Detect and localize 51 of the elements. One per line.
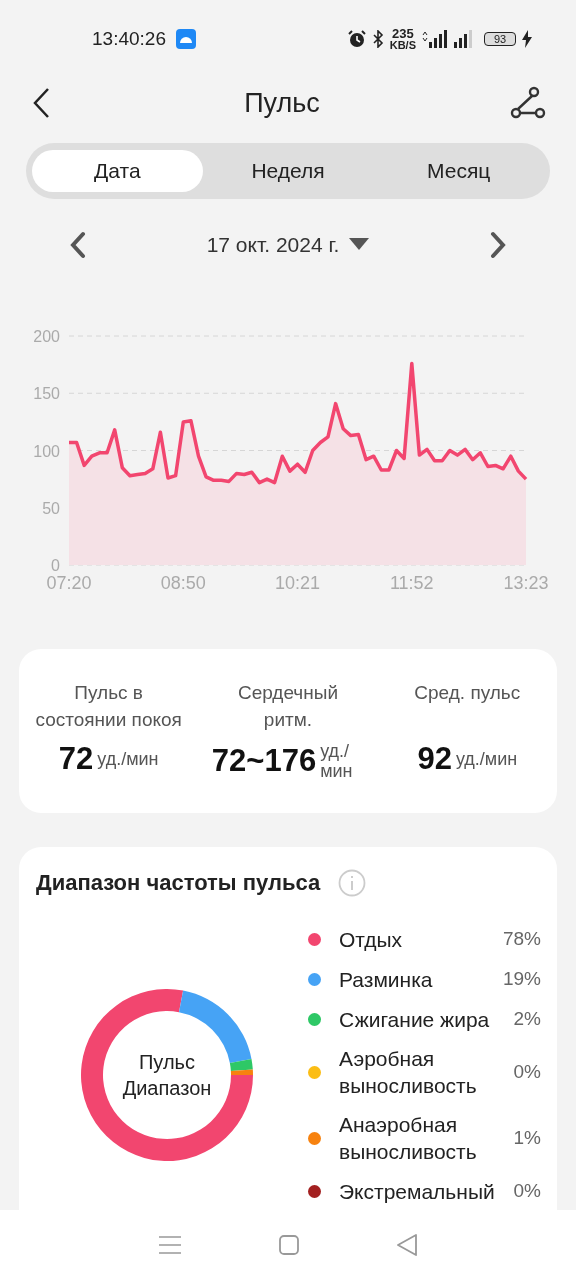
stat-label: Сердечный ритм. xyxy=(236,681,340,732)
network-speed: 235 KB/S xyxy=(389,28,416,50)
status-time: 13:40:26 xyxy=(92,28,166,50)
stat-value: 92 xyxy=(417,741,452,777)
x-axis-label: 07:20 xyxy=(46,573,92,593)
period-tab[interactable]: Месяц xyxy=(373,150,544,192)
android-icon xyxy=(175,29,196,49)
period-tab[interactable]: Дата xyxy=(32,150,203,192)
period-tab[interactable]: Неделя xyxy=(202,150,374,192)
zone-percent: 2% xyxy=(513,1008,541,1030)
x-axis-label: 08:50 xyxy=(160,573,206,593)
y-axis-label: 100 xyxy=(33,442,60,460)
x-axis-label: 11:52 xyxy=(389,573,434,593)
share-button[interactable] xyxy=(510,86,546,120)
card-title: Диапазон частоты пульса xyxy=(36,870,321,896)
zone-percent: 0% xyxy=(513,1061,541,1083)
x-axis-label: 10:21 xyxy=(275,573,320,593)
stat-unit: уд./мин xyxy=(320,741,354,781)
back-icon[interactable] xyxy=(397,1234,417,1256)
zone-name: Аэробная выносливость xyxy=(339,1046,478,1099)
stat-value: 72 xyxy=(58,741,94,777)
bluetooth-icon xyxy=(371,30,384,48)
zone-name: Отдых xyxy=(339,926,404,953)
stat-label: Пульс в состоянии покоя xyxy=(34,681,183,732)
charging-icon xyxy=(522,30,532,48)
y-axis-label: 0 xyxy=(51,557,60,574)
next-day-button[interactable] xyxy=(488,231,508,259)
zone-name: Экстремальный xyxy=(339,1178,496,1205)
zone-percent: 0% xyxy=(513,1180,541,1202)
home-icon[interactable] xyxy=(279,1235,299,1255)
previous-day-button[interactable] xyxy=(68,231,88,259)
zone-percent: 1% xyxy=(513,1127,541,1149)
battery-level: 93 xyxy=(484,32,516,46)
y-axis-label: 50 xyxy=(42,499,60,517)
zone-name: Анаэробная выносливость xyxy=(339,1112,478,1165)
stat-value: 72~176 xyxy=(211,743,317,779)
zone-percent: 78% xyxy=(502,928,541,950)
zone-name: Сжигание жира xyxy=(339,1006,491,1033)
stat-unit: уд./мин xyxy=(97,749,159,769)
page-title: Пульс xyxy=(244,87,320,119)
x-axis-label: 13:23 xyxy=(503,573,549,593)
y-axis-label: 150 xyxy=(33,385,60,403)
caret-icon xyxy=(349,238,370,252)
zone-percent: 19% xyxy=(502,968,541,990)
y-axis-label: 200 xyxy=(33,328,60,345)
alarm-icon xyxy=(347,30,366,48)
zone-name: Разминка xyxy=(339,966,434,993)
donut-center-label: Пульс Диапазон xyxy=(122,1051,212,1099)
stat-unit: уд./мин xyxy=(455,749,518,769)
date-dropdown[interactable]: 17 окт. 2024 г. xyxy=(206,233,370,257)
stat-label: Сред. пульс xyxy=(413,681,522,705)
